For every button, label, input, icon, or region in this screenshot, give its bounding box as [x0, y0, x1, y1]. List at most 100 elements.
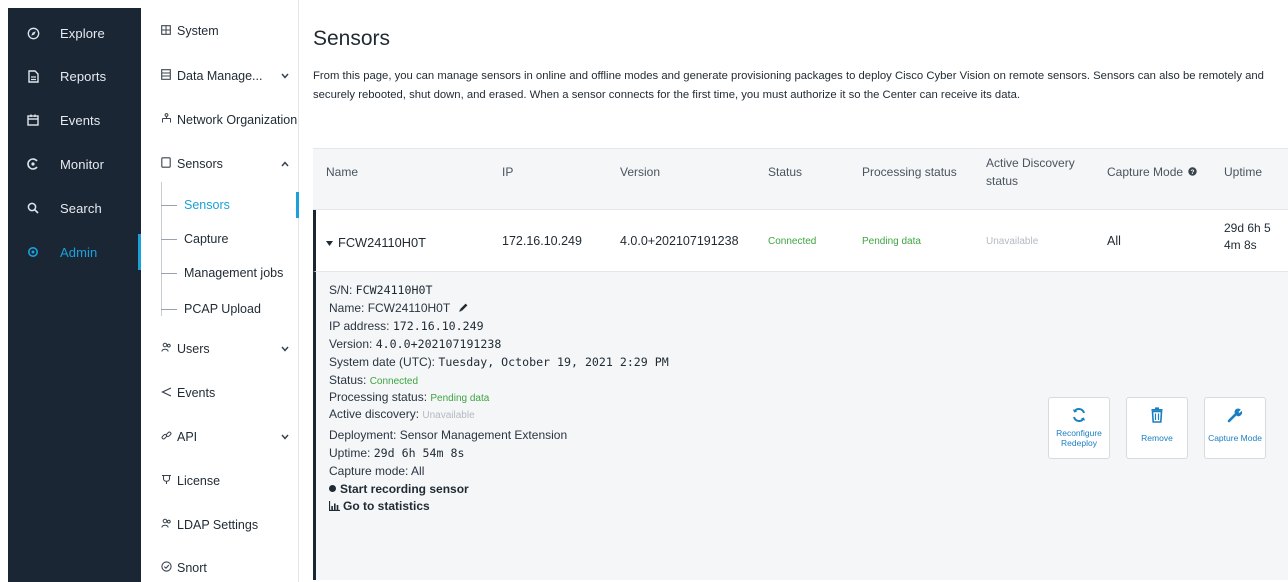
- submenu-label: System: [177, 24, 219, 38]
- submenu-label: PCAP Upload: [184, 302, 261, 316]
- column-header-active-discovery[interactable]: Active Discovery status: [986, 154, 1075, 190]
- capture-mode-button[interactable]: Capture Mode: [1204, 397, 1266, 459]
- tree-branch: [161, 238, 177, 240]
- column-header-version[interactable]: Version: [620, 163, 660, 181]
- nav-label: Search: [60, 200, 102, 216]
- tree-branch: [161, 204, 177, 206]
- remove-button[interactable]: Remove: [1126, 397, 1188, 459]
- detail-processing-status: Processing status: Pending data: [329, 390, 489, 404]
- submenu-data-management[interactable]: Data Manage...: [141, 61, 299, 91]
- detail-uptime: Uptime: 29d 6h 54m 8s: [329, 446, 464, 460]
- uptime-line: 29d 6h 5: [1224, 221, 1271, 235]
- table-row[interactable]: FCW24110H0T 172.16.10.249 4.0.0+20210719…: [313, 210, 1288, 272]
- detail-system-date: System date (UTC): Tuesday, October 19, …: [329, 355, 669, 369]
- sensor-version: 4.0.0+202107191238: [620, 234, 739, 248]
- submenu-sensors[interactable]: Sensors: [141, 149, 299, 179]
- submenu-label: Snort: [177, 561, 207, 575]
- link-label: Start recording sensor: [340, 482, 469, 496]
- go-to-statistics-link[interactable]: Go to statistics: [328, 499, 430, 514]
- detail-capture-mode: Capture mode: All: [329, 464, 425, 478]
- sensor-ip: 172.16.10.249: [502, 234, 582, 248]
- detail-version: Version: 4.0.0+202107191238: [329, 337, 501, 351]
- nav-item-monitor[interactable]: Monitor: [8, 142, 141, 186]
- submenu-snort[interactable]: Snort: [141, 553, 299, 582]
- pencil-icon[interactable]: [458, 302, 469, 316]
- submenu-users[interactable]: Users: [141, 334, 299, 364]
- gear-icon: [26, 245, 40, 259]
- column-header-processing-status[interactable]: Processing status: [862, 163, 957, 181]
- detail-deployment: Deployment: Sensor Management Extension: [329, 428, 568, 442]
- trash-icon: [1148, 406, 1166, 424]
- detail-name: Name: FCW24110H0T: [329, 301, 469, 316]
- detail-label: Version:: [329, 337, 376, 351]
- wrench-icon: [1226, 406, 1244, 424]
- nav-item-events[interactable]: Events: [8, 98, 141, 142]
- submenu-label: LDAP Settings: [177, 518, 259, 532]
- column-header-ip[interactable]: IP: [502, 163, 513, 181]
- chevron-down-icon[interactable]: [281, 344, 289, 355]
- license-icon: [159, 474, 173, 488]
- chevron-down-icon[interactable]: [281, 432, 289, 443]
- nav-item-explore[interactable]: Explore: [8, 11, 141, 55]
- column-header-status[interactable]: Status: [768, 163, 802, 181]
- button-label-line: Redeploy: [1061, 438, 1097, 448]
- detail-value: 4.0.0+202107191238: [375, 337, 502, 351]
- uptime-line: 4m 8s: [1224, 238, 1257, 252]
- detail-label: Active discovery:: [329, 407, 423, 421]
- submenu-events[interactable]: Events: [141, 378, 299, 408]
- detail-label: Status:: [329, 373, 370, 387]
- info-icon[interactable]: ?: [1188, 163, 1198, 181]
- start-recording-link[interactable]: Start recording sensor: [329, 482, 469, 496]
- system-icon: [159, 24, 173, 38]
- reconfigure-redeploy-button[interactable]: Reconfigure Redeploy: [1048, 397, 1110, 459]
- calendar-icon: [26, 113, 40, 127]
- link-icon: [159, 430, 173, 444]
- submenu-label: Network Organization: [177, 113, 298, 127]
- chevron-down-icon[interactable]: [281, 71, 289, 82]
- caret-down-icon[interactable]: [326, 234, 333, 249]
- sensor-name: FCW24110H0T: [338, 235, 426, 250]
- nav-item-search[interactable]: Search: [8, 186, 141, 230]
- submenu-sensors-management-jobs[interactable]: Management jobs: [141, 258, 299, 288]
- submenu-label: Users: [177, 342, 210, 356]
- nav-item-admin[interactable]: Admin: [8, 230, 141, 274]
- detail-value: 29d 6h 54m 8s: [373, 446, 465, 460]
- page-title: Sensors: [313, 27, 391, 50]
- detail-ip-address: IP address: 172.16.10.249: [329, 319, 484, 333]
- submenu-label: Sensors: [184, 198, 230, 212]
- nav-label: Reports: [60, 68, 107, 84]
- submenu-system[interactable]: System: [141, 16, 299, 46]
- users-icon: [159, 518, 173, 532]
- document-icon: [26, 69, 40, 83]
- submenu-sensors-pcap-upload[interactable]: PCAP Upload: [141, 294, 299, 324]
- submenu-license[interactable]: License: [141, 466, 299, 496]
- main-nav: Explore Reports Events Monitor Search Ad…: [8, 8, 141, 582]
- submenu-label: Data Manage...: [177, 69, 263, 83]
- network-icon: [159, 113, 173, 127]
- column-header-uptime[interactable]: Uptime: [1224, 163, 1262, 181]
- nav-label: Explore: [60, 25, 105, 41]
- submenu-sensors-capture[interactable]: Capture: [141, 224, 299, 254]
- capture-mode-value: All: [1107, 234, 1121, 248]
- row-name-cell[interactable]: FCW24110H0T: [326, 234, 426, 250]
- detail-value: FCW24110H0T: [367, 301, 450, 315]
- tree-branch: [161, 272, 177, 274]
- search-icon: [26, 201, 40, 215]
- detail-label: Name:: [329, 301, 368, 315]
- nav-label: Events: [60, 112, 101, 128]
- chevron-up-icon[interactable]: [281, 159, 289, 170]
- nav-item-reports[interactable]: Reports: [8, 54, 141, 98]
- column-header-name[interactable]: Name: [326, 163, 358, 181]
- detail-label: S/N:: [329, 283, 356, 297]
- processing-status-badge: Pending data: [430, 393, 490, 404]
- submenu-api[interactable]: API: [141, 422, 299, 452]
- button-label: Capture Mode: [1208, 433, 1262, 443]
- submenu-sensors-sensors[interactable]: Sensors: [141, 190, 299, 220]
- detail-status: Status: Connected: [329, 373, 418, 387]
- flag-icon: [159, 386, 173, 400]
- submenu-network-organization[interactable]: Network Organization: [141, 105, 299, 135]
- bar-chart-icon: [328, 500, 340, 514]
- column-header-capture-mode[interactable]: Capture Mode ?: [1107, 163, 1198, 181]
- detail-active-discovery: Active discovery: Unavailable: [329, 407, 475, 421]
- submenu-ldap-settings[interactable]: LDAP Settings: [141, 510, 299, 540]
